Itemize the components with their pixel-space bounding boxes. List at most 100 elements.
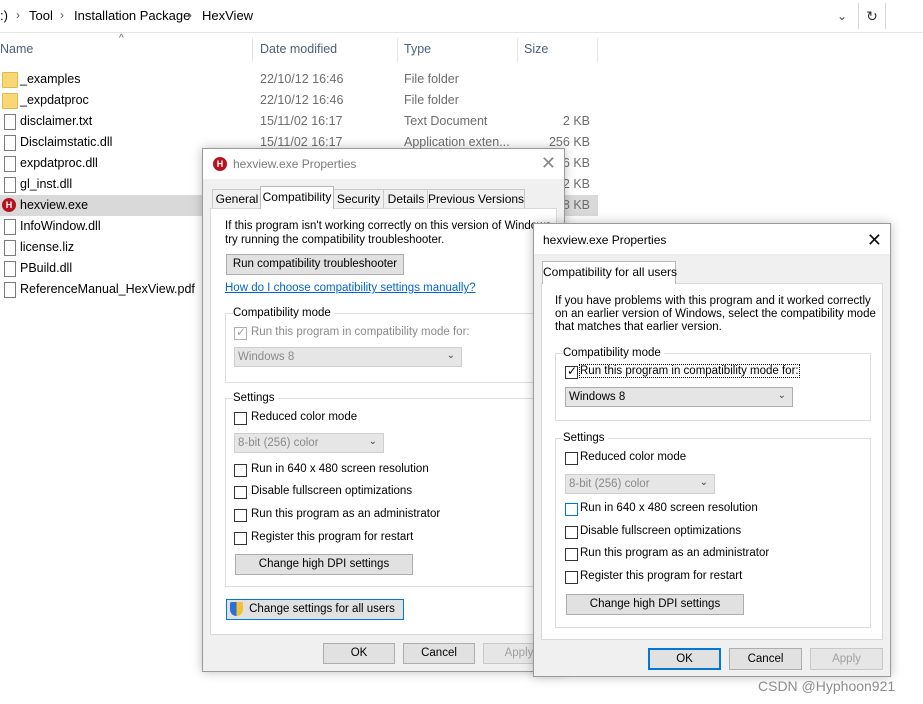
intro-text: try running the compatibility troublesho… bbox=[225, 234, 445, 246]
group-label: Settings bbox=[233, 392, 278, 404]
file-row[interactable]: _examples 22/10/12 16:46 File folder bbox=[0, 69, 598, 90]
compat-os-select[interactable]: Windows 8 ⌄ bbox=[234, 347, 462, 367]
tab-compatibility[interactable]: Compatibility bbox=[260, 186, 334, 209]
compatibility-pane: If this program isn't working correctly … bbox=[210, 208, 557, 635]
file-name: InfoWindow.dll bbox=[20, 219, 101, 233]
column-divider[interactable] bbox=[397, 38, 398, 62]
file-date: 22/10/12 16:46 bbox=[260, 72, 344, 86]
column-divider[interactable] bbox=[517, 38, 518, 62]
file-size: 2 KB bbox=[562, 114, 590, 128]
file-name: disclaimer.txt bbox=[20, 114, 93, 128]
breadcrumb-item[interactable]: Tool bbox=[29, 8, 53, 23]
fullscreen-opt-checkbox[interactable] bbox=[565, 526, 578, 539]
tab-security[interactable]: Security bbox=[332, 189, 385, 208]
chevron-down-icon[interactable]: ⌄ bbox=[832, 6, 852, 26]
chevron-down-icon: ⌄ bbox=[368, 436, 377, 447]
watermark: CSDN @Hyphoon921 bbox=[758, 678, 896, 694]
column-divider[interactable] bbox=[597, 38, 598, 62]
tab-details[interactable]: Details bbox=[383, 189, 429, 208]
group-label: Settings bbox=[563, 432, 608, 444]
address-bar[interactable]: :) › Tool › Installation Package › HexVi… bbox=[0, 0, 923, 33]
compat-mode-checkbox[interactable]: ✓ bbox=[234, 325, 247, 340]
file-name: license.liz bbox=[20, 240, 75, 254]
file-name: gl_inst.dll bbox=[20, 177, 73, 191]
compat-mode-label: Run this program in compatibility mode f… bbox=[251, 326, 470, 338]
manual-settings-link[interactable]: How do I choose compatibility settings m… bbox=[225, 282, 476, 294]
apply-button[interactable]: Apply bbox=[810, 648, 883, 670]
file-name: _examples bbox=[20, 72, 81, 86]
breadcrumb-item[interactable]: Installation Package bbox=[74, 8, 190, 23]
file-name: PBuild.dll bbox=[20, 261, 73, 275]
change-all-users-label: Change settings for all users bbox=[249, 603, 395, 615]
refresh-icon[interactable]: ↻ bbox=[858, 3, 886, 29]
file-type: File folder bbox=[404, 93, 459, 107]
resolution-checkbox[interactable] bbox=[234, 464, 247, 477]
pdf-file-icon bbox=[4, 282, 16, 298]
run-as-admin-label: Run this program as an administrator bbox=[251, 508, 441, 520]
fullscreen-opt-checkbox[interactable] bbox=[234, 486, 247, 499]
tab-previous-versions[interactable]: Previous Versions bbox=[427, 189, 525, 208]
register-restart-label: Register this program for restart bbox=[251, 531, 414, 543]
selected-value: Windows 8 bbox=[238, 351, 295, 363]
compat-mode-checkbox[interactable]: ✓ bbox=[565, 364, 578, 379]
file-name: _expdatproc bbox=[20, 93, 89, 107]
column-header-size[interactable]: Size bbox=[524, 42, 548, 56]
dialog-titlebar[interactable]: H hexview.exe Properties ✕ bbox=[203, 149, 564, 179]
cancel-button[interactable]: Cancel bbox=[403, 643, 475, 664]
compat-os-select[interactable]: Windows 8 ⌄ bbox=[565, 387, 793, 407]
file-name: Disclaimstatic.dll bbox=[20, 135, 113, 149]
column-header-date[interactable]: Date modified bbox=[260, 42, 337, 56]
dll-file-icon bbox=[4, 219, 16, 235]
resolution-label: Run in 640 x 480 screen resolution bbox=[251, 463, 429, 475]
reduced-color-label: Reduced color mode bbox=[580, 451, 687, 463]
register-restart-checkbox[interactable] bbox=[234, 532, 247, 545]
reduced-color-checkbox[interactable] bbox=[234, 412, 247, 425]
color-depth-select[interactable]: 8-bit (256) color ⌄ bbox=[234, 433, 384, 453]
reduced-color-label: Reduced color mode bbox=[251, 411, 358, 423]
file-icon bbox=[4, 240, 16, 256]
sort-arrow-icon: ^ bbox=[119, 33, 124, 44]
change-dpi-button[interactable]: Change high DPI settings bbox=[235, 554, 413, 575]
intro-text: If you have problems with this program a… bbox=[555, 295, 871, 307]
file-date: 15/11/02 16:17 bbox=[260, 135, 343, 149]
breadcrumb-item[interactable]: HexView bbox=[202, 8, 253, 23]
tab-general[interactable]: General bbox=[212, 189, 262, 208]
file-type: File folder bbox=[404, 72, 459, 86]
breadcrumb-item[interactable]: :) bbox=[0, 8, 8, 23]
run-as-admin-checkbox[interactable] bbox=[234, 509, 247, 522]
chevron-down-icon: ⌄ bbox=[777, 390, 786, 401]
reduced-color-checkbox[interactable] bbox=[565, 452, 578, 465]
group-label: Compatibility mode bbox=[233, 307, 334, 319]
resolution-checkbox[interactable] bbox=[565, 503, 578, 516]
close-icon[interactable]: ✕ bbox=[541, 152, 556, 174]
ok-button[interactable]: OK bbox=[648, 648, 721, 670]
ok-button[interactable]: OK bbox=[323, 643, 395, 664]
change-dpi-button[interactable]: Change high DPI settings bbox=[566, 594, 744, 615]
close-icon[interactable]: ✕ bbox=[867, 229, 882, 251]
register-restart-label: Register this program for restart bbox=[580, 570, 743, 582]
cancel-button[interactable]: Cancel bbox=[729, 648, 802, 670]
change-all-users-button[interactable]: Change settings for all users bbox=[226, 599, 404, 620]
dialog-title: hexview.exe Properties bbox=[543, 233, 667, 247]
column-header-name[interactable]: Name bbox=[0, 42, 33, 56]
fullscreen-opt-label: Disable fullscreen optimizations bbox=[251, 485, 413, 497]
compatibility-all-users-pane: If you have problems with this program a… bbox=[541, 283, 883, 640]
dialog-titlebar[interactable]: hexview.exe Properties ✕ bbox=[534, 224, 890, 254]
hexview-app-icon: H bbox=[213, 157, 227, 171]
file-row[interactable]: disclaimer.txt 15/11/02 16:17 Text Docum… bbox=[0, 111, 598, 132]
run-as-admin-checkbox[interactable] bbox=[565, 548, 578, 561]
chevron-right-icon: › bbox=[60, 8, 64, 22]
intro-text: If this program isn't working correctly … bbox=[225, 220, 555, 232]
text-file-icon bbox=[4, 114, 16, 130]
file-row[interactable]: _expdatproc 22/10/12 16:46 File folder bbox=[0, 90, 598, 111]
dll-file-icon bbox=[4, 135, 16, 151]
dll-file-icon bbox=[4, 261, 16, 277]
column-divider[interactable] bbox=[252, 38, 253, 62]
register-restart-checkbox[interactable] bbox=[565, 571, 578, 584]
color-depth-select[interactable]: 8-bit (256) color ⌄ bbox=[565, 474, 715, 494]
file-type: Application exten... bbox=[404, 135, 510, 149]
chevron-down-icon: ⌄ bbox=[699, 477, 708, 488]
tab-compatibility-all-users[interactable]: Compatibility for all users bbox=[542, 261, 677, 284]
run-troubleshooter-button[interactable]: Run compatibility troubleshooter bbox=[226, 254, 404, 275]
column-header-type[interactable]: Type bbox=[404, 42, 431, 56]
